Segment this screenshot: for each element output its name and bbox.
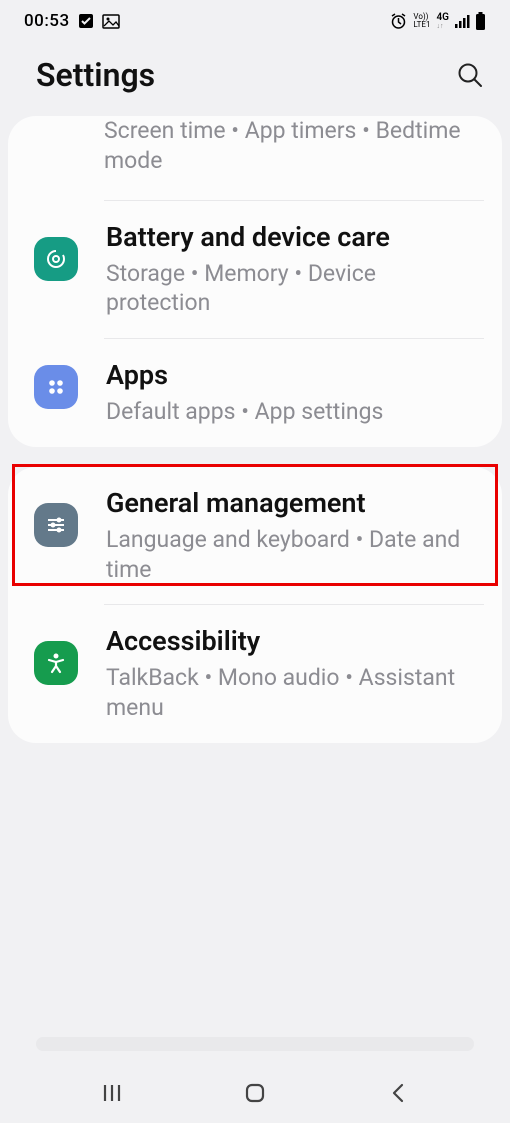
general-management-icon	[34, 503, 78, 547]
navigation-bar	[0, 1063, 510, 1123]
image-icon	[102, 14, 120, 29]
network-text: Vo)) LTE1	[413, 13, 430, 29]
recents-icon	[101, 1082, 123, 1104]
status-right: Vo)) LTE1 4G ↓↑	[390, 12, 486, 30]
battery-care-row[interactable]: Battery and device care Storage • Memory…	[8, 201, 502, 339]
search-icon	[456, 61, 484, 89]
row-title: Accessibility	[106, 625, 484, 659]
status-time: 00:53	[24, 11, 70, 31]
settings-card-2: General management Language and keyboard…	[8, 467, 502, 743]
row-title: General management	[106, 487, 484, 521]
home-button[interactable]	[225, 1081, 285, 1105]
digital-wellbeing-row[interactable]: Screen time • App timers • Bedtime mode	[8, 116, 502, 200]
apps-row[interactable]: Apps Default apps • App settings	[8, 339, 502, 447]
recents-button[interactable]	[82, 1082, 142, 1104]
signal-icon	[455, 14, 471, 28]
page-header: Settings	[0, 38, 510, 116]
alarm-icon	[390, 13, 407, 30]
settings-card-1: Screen time • App timers • Bedtime mode …	[8, 116, 502, 447]
battery-icon	[475, 12, 486, 30]
row-subtitle: Language and keyboard • Date and time	[106, 525, 484, 585]
general-management-row[interactable]: General management Language and keyboard…	[8, 467, 502, 605]
battery-care-icon	[34, 237, 78, 281]
accessibility-row[interactable]: Accessibility TalkBack • Mono audio • As…	[8, 605, 502, 743]
page-title: Settings	[36, 56, 155, 94]
status-bar: 00:53 Vo)) LTE1 4G ↓↑	[0, 0, 510, 38]
search-button[interactable]	[454, 59, 486, 91]
row-title: Battery and device care	[106, 221, 484, 255]
back-button[interactable]	[368, 1081, 428, 1105]
row-subtitle: Storage • Memory • Device protection	[106, 259, 484, 319]
status-left: 00:53	[24, 11, 120, 31]
apps-icon	[34, 365, 78, 409]
row-subtitle: Default apps • App settings	[106, 397, 484, 427]
row-subtitle: TalkBack • Mono audio • Assistant menu	[106, 663, 484, 723]
home-icon	[243, 1081, 267, 1105]
check-icon	[78, 13, 94, 29]
row-title: Apps	[106, 359, 484, 393]
back-icon	[388, 1081, 408, 1105]
scroll-indicator	[36, 1037, 474, 1051]
row-subtitle: Screen time • App timers • Bedtime mode	[104, 116, 484, 176]
accessibility-icon	[34, 641, 78, 685]
network-4g: 4G ↓↑	[436, 13, 449, 30]
